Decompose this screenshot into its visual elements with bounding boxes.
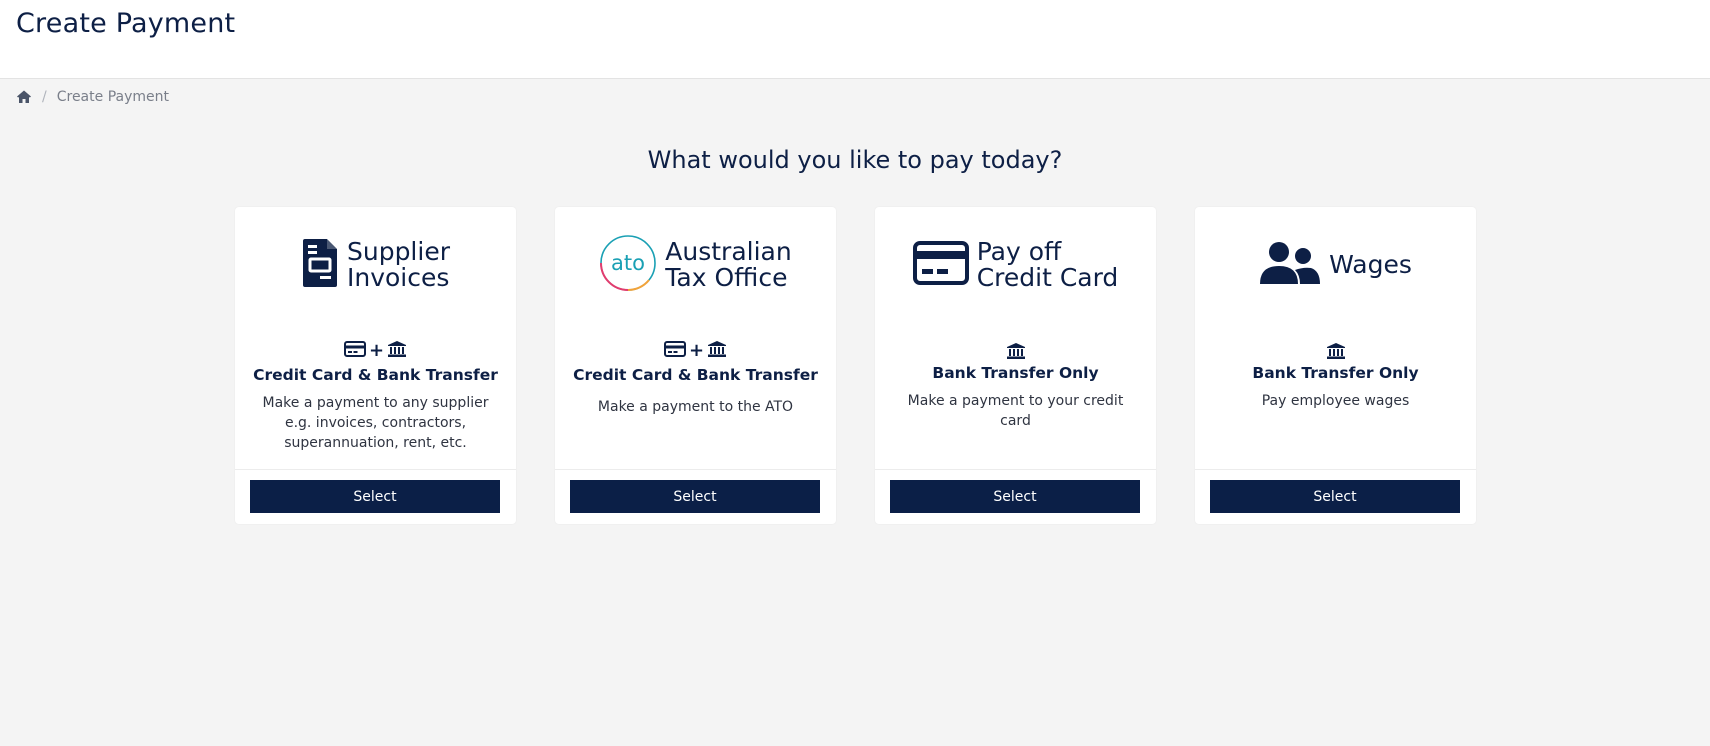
card-description: Pay employee wages	[1261, 393, 1410, 409]
payment-method-label: Bank Transfer Only	[1252, 364, 1419, 382]
breadcrumb-separator: /	[42, 89, 47, 105]
bank-icon	[387, 340, 407, 362]
card-description: Make a payment to the ATO	[597, 399, 794, 415]
card-footer: Select	[875, 469, 1156, 525]
bank-icon	[1006, 342, 1026, 364]
bank-icon	[707, 340, 727, 362]
select-ato-button[interactable]: Select	[570, 480, 820, 513]
card-footer: Select	[1195, 469, 1476, 525]
page-title: Create Payment	[16, 8, 236, 39]
card-header: Pay off Credit Card	[875, 207, 1156, 322]
card-description: Make a payment to any supplier e.g. invo…	[262, 395, 489, 451]
payment-method-icons: +	[555, 340, 836, 362]
payment-method-label: Credit Card & Bank Transfer	[573, 366, 818, 384]
credit-card-icon	[343, 340, 366, 362]
svg-text:ato: ato	[611, 251, 645, 275]
card-header: ato Australian Tax Office	[555, 207, 836, 322]
card-footer: Select	[235, 469, 516, 525]
card-pay-off-credit-card: Pay off Credit Card Bank Transfer Only M…	[875, 207, 1156, 524]
payment-method-label: Bank Transfer Only	[932, 364, 1099, 382]
card-header: Wages	[1195, 207, 1476, 322]
card-title: Supplier Invoices	[346, 236, 450, 292]
document-icon	[301, 237, 339, 293]
credit-card-icon	[912, 240, 969, 289]
credit-card-icon	[663, 340, 686, 362]
page-header: Create Payment	[0, 0, 1710, 79]
home-icon[interactable]	[16, 89, 32, 105]
card-title: Australian Tax Office	[665, 236, 792, 292]
bank-icon	[1326, 342, 1346, 364]
breadcrumb: / Create Payment	[16, 89, 169, 105]
card-footer: Select	[555, 469, 836, 525]
payment-method-label: Credit Card & Bank Transfer	[253, 366, 498, 384]
card-supplier-invoices: Supplier Invoices + Credit Card & Bank T…	[235, 207, 516, 524]
payment-method-icons	[1195, 342, 1476, 364]
select-wages-button[interactable]: Select	[1210, 480, 1460, 513]
card-header: Supplier Invoices	[235, 207, 516, 322]
card-wages: Wages Bank Transfer Only Pay employee wa…	[1195, 207, 1476, 524]
card-title: Pay off Credit Card	[976, 236, 1119, 292]
payment-method-icons	[875, 342, 1156, 364]
payment-method-icons: +	[235, 340, 516, 362]
select-supplier-invoices-button[interactable]: Select	[250, 480, 500, 513]
plus-icon: +	[688, 340, 705, 361]
ato-logo: ato	[599, 234, 657, 296]
plus-icon: +	[368, 340, 385, 361]
select-pay-off-credit-card-button[interactable]: Select	[890, 480, 1140, 513]
users-icon	[1259, 240, 1321, 290]
card-title: Wages	[1329, 249, 1412, 279]
card-description: Make a payment to your credit card	[907, 393, 1124, 429]
breadcrumb-current: Create Payment	[56, 89, 169, 105]
card-australian-tax-office: ato Australian Tax Office + Credit Card …	[555, 207, 836, 524]
payment-question: What would you like to pay today?	[647, 146, 1063, 174]
